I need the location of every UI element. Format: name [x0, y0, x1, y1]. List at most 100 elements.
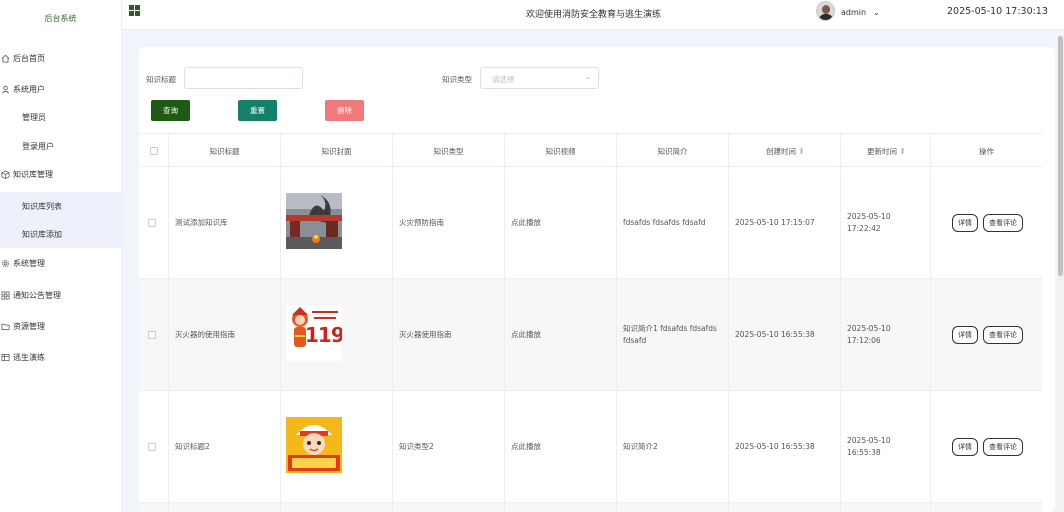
row-type: 火灾预防指南 — [393, 167, 505, 279]
row-actions: 详情 查看评论 — [931, 279, 1042, 391]
select-all-cell — [139, 134, 169, 168]
detail-button[interactable]: 详情 — [952, 438, 978, 456]
sidebar-item-label: 知识库管理 — [13, 169, 53, 179]
username[interactable]: admin — [841, 8, 866, 17]
view-comments-button[interactable]: 查看评论 — [983, 326, 1023, 344]
datetime: 2025-05-10 17:30:13 — [947, 6, 1048, 17]
cover-image-fire-scene[interactable] — [286, 193, 342, 249]
sidebar-item-label: 知识库添加 — [22, 229, 62, 239]
sidebar-item-label: 逃生演练 — [13, 352, 45, 362]
avatar[interactable] — [816, 1, 835, 21]
row-actions: 详情 查看评论 — [931, 391, 1042, 503]
row-cell — [841, 503, 931, 512]
header-created-label: 创建时间 — [765, 146, 796, 156]
box-icon — [0, 169, 10, 179]
scrollbar-thumb[interactable] — [1058, 36, 1063, 276]
row-video: 点此播放 — [505, 279, 617, 391]
header-type: 知识类型 — [393, 134, 505, 168]
play-video-link[interactable]: 点此播放 — [511, 441, 541, 453]
table-icon — [0, 352, 10, 362]
chevron-down-icon: ⌄ — [585, 73, 591, 81]
sidebar-item-label: 系统用户 — [13, 84, 45, 94]
select-all-checkbox[interactable] — [150, 147, 158, 155]
type-filter-placeholder: 请选择 — [492, 75, 515, 84]
table-row: 测试添加知识库 火灾预防指南 点此播放 fdsafds fdsafds fdsa… — [139, 167, 1042, 279]
sidebar-item-label: 通知公告管理 — [13, 290, 61, 300]
sidebar-item-system-users[interactable]: 系统用户 — [0, 79, 122, 99]
table-row: 灭火器的使用指南 119 灭火器使用指南 点此播放 知识简介1 fdsafds … — [139, 279, 1042, 391]
page-title: 欢迎使用消防安全教育与逃生演练 — [526, 10, 662, 20]
sidebar-item-escape-drill[interactable]: 逃生演练 — [0, 347, 122, 367]
cover-image-mascot-firefighter[interactable] — [286, 417, 342, 473]
title-filter-input[interactable] — [184, 67, 303, 89]
row-video: 点此播放 — [505, 167, 617, 279]
row-cell — [729, 503, 841, 512]
row-title: 灭火器的使用指南 — [169, 279, 281, 391]
row-checkbox[interactable] — [148, 443, 156, 451]
sidebar-item-system[interactable]: 系统管理 — [0, 253, 122, 273]
menu-toggle-icon[interactable] — [129, 5, 141, 17]
row-cell — [281, 503, 393, 512]
row-intro: 知识简介1 fdsafds fdsafds fdsafd — [617, 279, 729, 391]
row-select-cell — [139, 167, 169, 279]
detail-button[interactable]: 详情 — [952, 326, 978, 344]
sidebar-item-login-users[interactable]: 登录用户 — [0, 132, 122, 160]
header-created[interactable]: 创建时间 ▲ ▼ — [729, 134, 841, 168]
row-cover-cell — [281, 391, 393, 503]
top-bar: 欢迎使用消防安全教育与逃生演练 admin ⌄ 2025-05-10 17:30… — [122, 0, 1064, 30]
sidebar-item-admins[interactable]: 管理员 — [0, 103, 122, 131]
chevron-down-icon[interactable]: ⌄ — [873, 8, 880, 17]
sidebar-item-knowledge-list[interactable]: 知识库列表 — [0, 192, 122, 220]
row-intro: 知识简介2 — [617, 391, 729, 503]
sidebar-item-label: 资源管理 — [13, 321, 45, 331]
row-cell — [169, 503, 281, 512]
view-comments-button[interactable]: 查看评论 — [983, 438, 1023, 456]
brand-title: 后台系统 — [44, 14, 77, 23]
sidebar-item-home[interactable]: 后台首页 — [0, 48, 122, 68]
grid-icon — [0, 290, 10, 300]
play-video-link[interactable]: 点此播放 — [511, 329, 541, 341]
sidebar-item-label: 知识库列表 — [22, 201, 62, 211]
row-select-cell — [139, 279, 169, 391]
header-intro: 知识简介 — [617, 134, 729, 168]
user-icon — [0, 84, 10, 94]
row-actions: 详情 查看评论 — [931, 167, 1042, 279]
row-updated: 2025-05-10 17:22:42 — [841, 167, 931, 279]
row-select-cell — [139, 391, 169, 503]
sidebar-item-resources[interactable]: 资源管理 — [0, 316, 122, 336]
table-row — [139, 503, 1042, 512]
header-actions: 操作 — [979, 146, 994, 156]
row-cover-cell — [281, 167, 393, 279]
row-title: 知识标题2 — [169, 391, 281, 503]
row-video: 点此播放 — [505, 391, 617, 503]
sidebar-item-label: 管理员 — [22, 112, 46, 122]
sidebar-item-knowledge[interactable]: 知识库管理 — [0, 164, 122, 184]
row-created: 2025-05-10 16:55:38 — [729, 279, 841, 391]
cover-image-mascot-119[interactable]: 119 — [286, 305, 342, 361]
sort-icon[interactable]: ▲ ▼ — [800, 147, 803, 155]
type-filter-label: 知识类型 — [442, 75, 472, 84]
row-select-cell — [139, 503, 169, 512]
sidebar-item-notices[interactable]: 通知公告管理 — [0, 285, 122, 305]
play-video-link[interactable]: 点此播放 — [511, 217, 541, 229]
row-title: 测试添加知识库 — [169, 167, 281, 279]
header-updated[interactable]: 更新时间 ▲ ▼ — [841, 134, 931, 168]
mascot-119-text: 119 — [305, 323, 342, 347]
row-updated: 2025-05-10 17:12:06 — [841, 279, 931, 391]
detail-button[interactable]: 详情 — [952, 214, 978, 232]
delete-button[interactable]: 删除 — [325, 100, 364, 121]
header-cover: 知识封面 — [281, 134, 393, 168]
sidebar-item-knowledge-add[interactable]: 知识库添加 — [0, 220, 122, 248]
sort-icon[interactable]: ▲ ▼ — [901, 147, 904, 155]
row-checkbox[interactable] — [148, 219, 156, 227]
row-updated: 2025-05-10 16:55:38 — [841, 391, 931, 503]
sidebar-item-label: 系统管理 — [13, 258, 45, 268]
scrollbar[interactable] — [1057, 36, 1064, 512]
table-row: 知识标题2 知识类型2 点此播放 知识简介2 2025-05-10 16:55:… — [139, 391, 1042, 503]
row-created: 2025-05-10 17:15:07 — [729, 167, 841, 279]
row-type: 灭火器使用指南 — [393, 279, 505, 391]
row-checkbox[interactable] — [148, 331, 156, 339]
reset-button[interactable]: 重置 — [238, 100, 277, 121]
view-comments-button[interactable]: 查看评论 — [983, 214, 1023, 232]
query-button[interactable]: 查询 — [151, 100, 190, 121]
